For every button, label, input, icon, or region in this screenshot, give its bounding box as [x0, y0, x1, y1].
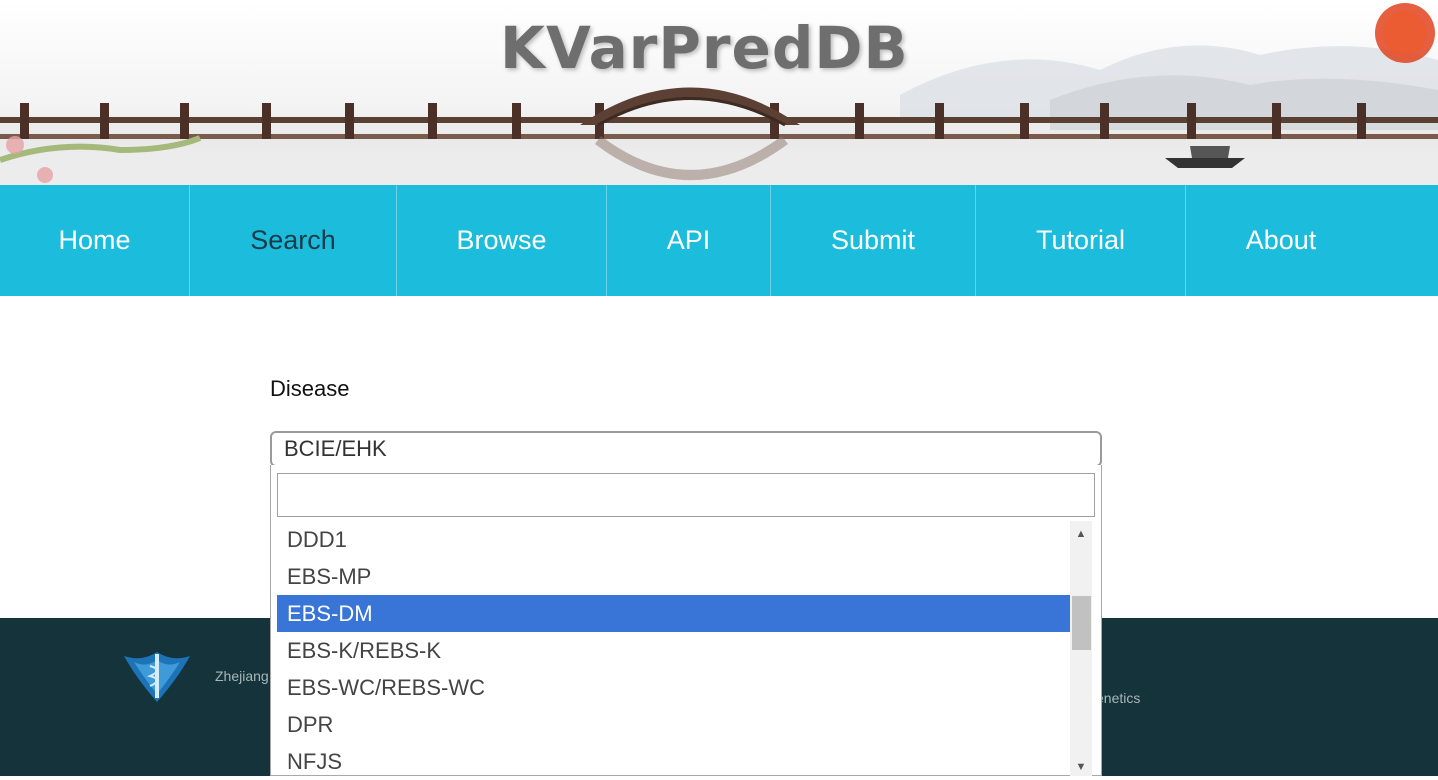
dropdown-option[interactable]: EBS-K/REBS-K — [277, 632, 1071, 669]
nav-api[interactable]: API — [607, 185, 771, 296]
disease-label: Disease — [270, 376, 350, 401]
disease-select[interactable]: BCIE/EHK — [270, 431, 1102, 467]
nav-browse[interactable]: Browse — [397, 185, 607, 296]
site-title: KVarPredDB — [500, 14, 909, 82]
dropdown-option[interactable]: EBS-WC/REBS-WC — [277, 669, 1071, 706]
nav-home[interactable]: Home — [0, 185, 190, 296]
dropdown-option[interactable]: DPR — [277, 706, 1071, 743]
nav-search[interactable]: Search — [190, 185, 397, 296]
dropdown-option[interactable]: EBS-MP — [277, 558, 1071, 595]
scroll-down-arrow-icon[interactable]: ▼ — [1070, 756, 1092, 778]
main-nav: Home Search Browse API Submit Tutorial A… — [0, 185, 1438, 296]
dropdown-options-list: DDD1 EBS-MP EBS-DM EBS-K/REBS-K EBS-WC/R… — [277, 521, 1071, 780]
footer-institution-text: Zhejiang — [215, 668, 269, 684]
scroll-up-arrow-icon[interactable]: ▲ — [1070, 523, 1092, 545]
dropdown-scrollbar[interactable]: ▲ ▼ — [1070, 521, 1092, 776]
dropdown-option[interactable]: DDD1 — [277, 521, 1071, 558]
dropdown-option-highlighted[interactable]: EBS-DM — [277, 595, 1071, 632]
disease-dropdown: DDD1 EBS-MP EBS-DM EBS-K/REBS-K EBS-WC/R… — [270, 465, 1102, 776]
nav-submit[interactable]: Submit — [771, 185, 976, 296]
dropdown-option[interactable]: NFJS — [277, 743, 1071, 780]
university-logo-icon — [124, 652, 190, 702]
nav-about[interactable]: About — [1186, 185, 1376, 296]
nav-tutorial[interactable]: Tutorial — [976, 185, 1186, 296]
dropdown-search-input[interactable] — [277, 473, 1095, 517]
header-banner: KVarPredDB — [0, 0, 1438, 185]
footer-right-text: enetics — [1096, 690, 1141, 706]
scrollbar-thumb[interactable] — [1072, 596, 1091, 650]
